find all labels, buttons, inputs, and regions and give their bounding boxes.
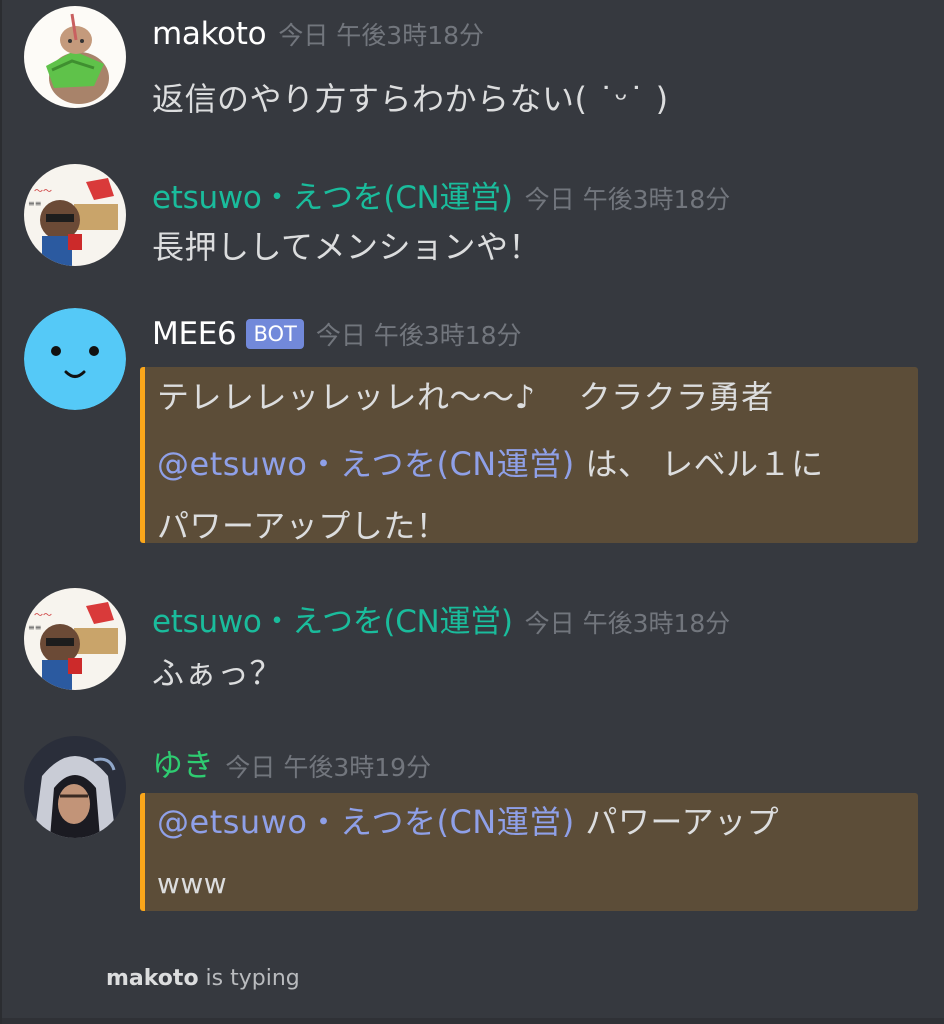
typing-text: is typing bbox=[198, 966, 300, 991]
timestamp: 今日 午後3時18分 bbox=[315, 321, 522, 350]
makoto-avatar-image bbox=[24, 6, 126, 108]
username[interactable]: etsuwo・えつを(CN運営) bbox=[152, 596, 513, 641]
message-header: etsuwo・えつを(CN運営) 今日 午後3時18分 bbox=[152, 172, 730, 217]
mee6-avatar-image bbox=[24, 308, 126, 410]
avatar[interactable] bbox=[24, 308, 126, 410]
message-header: MEE6 BOT 今日 午後3時18分 bbox=[152, 316, 522, 352]
svg-text:〜〜: 〜〜 bbox=[34, 187, 52, 197]
message-text: テレレレッレッレれ〜〜♪ クラクラ勇者 bbox=[157, 378, 774, 416]
mention-highlight: @etsuwo・えつを(CN運営) パワーアップ www bbox=[140, 793, 918, 911]
message-text-line: @etsuwo・えつを(CN運営) は、 レベル１に bbox=[157, 439, 824, 485]
divider bbox=[2, 1018, 944, 1024]
user-mention[interactable]: @etsuwo・えつを(CN運営) bbox=[157, 445, 575, 483]
avatar[interactable] bbox=[24, 736, 126, 838]
bot-badge: BOT bbox=[246, 319, 304, 349]
message-header: makoto 今日 午後3時18分 bbox=[152, 16, 484, 52]
message-text: は、 レベル１に bbox=[574, 445, 824, 483]
message-text-line: @etsuwo・えつを(CN運営) パワーアップ bbox=[157, 797, 779, 843]
timestamp: 今日 午後3時18分 bbox=[278, 21, 485, 50]
message-text: 返信のやり方すらわからない( ˙ᵕ˙ ) bbox=[152, 80, 669, 118]
typing-indicator: makoto is typing bbox=[106, 966, 300, 991]
message-text: 長押ししてメンションや！ bbox=[152, 228, 542, 266]
message-header: etsuwo・えつを(CN運営) 今日 午後3時18分 bbox=[152, 596, 730, 641]
message-text: ふぁっ？ bbox=[152, 654, 283, 692]
message-text: パワーアップした！ bbox=[157, 507, 449, 545]
etsuwo-avatar-image: 〜〜 ≡≡ bbox=[24, 588, 126, 690]
message-text: パワーアップ bbox=[574, 803, 780, 841]
mention-highlight: テレレレッレッレれ〜〜♪ クラクラ勇者 @etsuwo・えつを(CN運営) は、… bbox=[140, 367, 918, 545]
svg-text:≡≡: ≡≡ bbox=[28, 199, 41, 208]
svg-text:≡≡: ≡≡ bbox=[28, 623, 41, 632]
avatar[interactable] bbox=[24, 6, 126, 108]
etsuwo-avatar-image: 〜〜 ≡≡ bbox=[24, 164, 126, 266]
yuki-avatar-image bbox=[24, 736, 126, 838]
timestamp: 今日 午後3時19分 bbox=[225, 753, 432, 782]
user-mention[interactable]: @etsuwo・えつを(CN運営) bbox=[157, 803, 575, 841]
timestamp: 今日 午後3時18分 bbox=[524, 185, 731, 214]
message-header: ゆき 今日 午後3時19分 bbox=[152, 740, 431, 785]
username[interactable]: MEE6 bbox=[152, 316, 237, 352]
svg-text:〜〜: 〜〜 bbox=[34, 611, 52, 621]
message-text: www bbox=[157, 867, 228, 900]
typing-user: makoto bbox=[106, 966, 199, 991]
username[interactable]: ゆき bbox=[152, 740, 214, 785]
avatar[interactable]: 〜〜 ≡≡ bbox=[24, 164, 126, 266]
avatar[interactable]: 〜〜 ≡≡ bbox=[24, 588, 126, 690]
chat-messages: makoto 今日 午後3時18分 返信のやり方すらわからない( ˙ᵕ˙ ) 〜… bbox=[0, 0, 944, 1024]
username[interactable]: etsuwo・えつを(CN運営) bbox=[152, 172, 513, 217]
timestamp: 今日 午後3時18分 bbox=[524, 609, 731, 638]
username[interactable]: makoto bbox=[152, 16, 267, 52]
